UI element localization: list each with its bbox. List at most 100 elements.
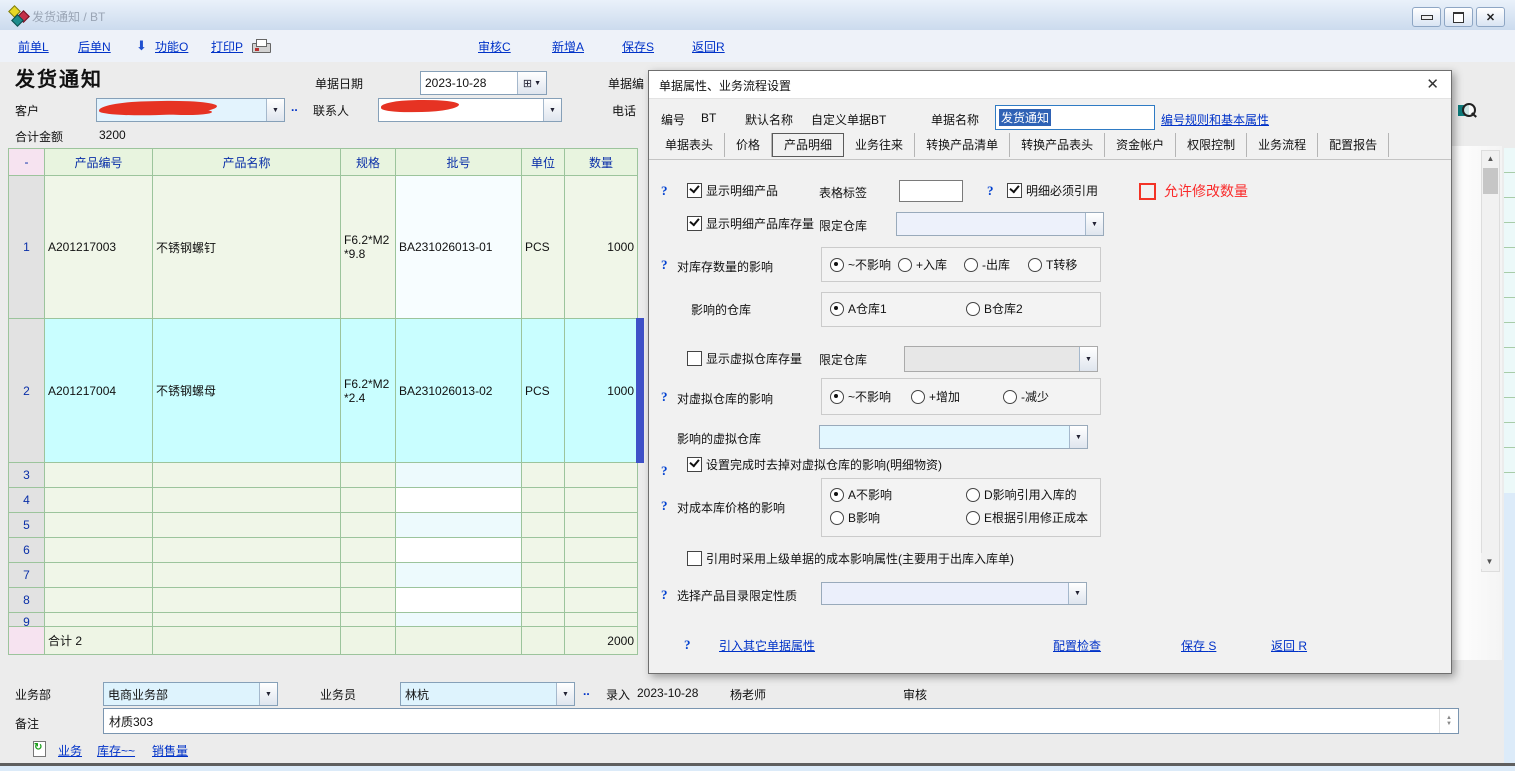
product-code-cell[interactable]: A201217003 [45,176,153,319]
salesman-select[interactable]: 林杭 ▼ [400,682,575,706]
empty-cell[interactable] [522,613,565,627]
table-row[interactable]: 8 [9,588,638,613]
tab-permission[interactable]: 权限控制 [1176,133,1247,157]
refresh-doc-icon[interactable]: ↻ [33,741,46,756]
scrollbar-thumb[interactable] [1483,168,1498,194]
minimize-button[interactable] [1412,7,1441,27]
row-number-cell[interactable]: 6 [9,538,45,563]
dept-select[interactable]: 电商业务部 ▼ [103,682,278,706]
help-icon[interactable]: ? [661,587,668,603]
empty-cell[interactable] [565,563,638,588]
qty-cell[interactable]: 1000 [565,176,638,319]
radio-virtual-sub[interactable]: -减少 [1003,388,1049,405]
radio-stock-in[interactable]: +入库 [898,256,947,273]
spinner-icon[interactable]: ▲▼ [1439,709,1458,733]
empty-cell[interactable] [565,513,638,538]
row-number-cell[interactable]: 7 [9,563,45,588]
column-header[interactable]: - [9,149,45,176]
scroll-up-arrow[interactable]: ▲ [1482,151,1499,166]
row-number-cell[interactable]: 8 [9,588,45,613]
empty-cell[interactable] [565,588,638,613]
spec-cell[interactable]: F6.2*M2*2.4 [341,319,396,463]
radio-virtual-add[interactable]: +增加 [911,388,960,405]
radio-transfer[interactable]: T转移 [1028,256,1077,273]
empty-cell[interactable] [153,563,341,588]
empty-cell[interactable] [341,538,396,563]
help-icon[interactable]: ? [661,498,668,514]
back-button[interactable]: 返回R [692,38,725,55]
tab-business[interactable]: 业务 [58,742,82,759]
empty-cell[interactable] [522,488,565,513]
close-button[interactable]: ✕ [1476,7,1505,27]
dialog-save-button[interactable]: 保存 S [1181,637,1216,654]
function-menu-button[interactable]: 功能O [155,38,188,55]
vertical-scrollbar[interactable]: ▲ [1481,150,1500,572]
empty-cell[interactable] [396,538,522,563]
chevron-down-icon[interactable]: ▼ [556,683,574,705]
chevron-down-icon[interactable]: ▼ [1085,213,1103,235]
empty-cell[interactable] [153,588,341,613]
chevron-down-icon[interactable]: ▼ [266,99,284,121]
table-row[interactable]: 3 [9,463,638,488]
empty-cell[interactable] [396,513,522,538]
tab-price[interactable]: 价格 [725,133,772,157]
help-icon[interactable]: ? [661,389,668,405]
search-icon[interactable] [1458,101,1478,121]
must-ref-checkbox[interactable]: 明细必须引用 [1007,182,1098,199]
column-header[interactable]: 产品名称 [153,149,341,176]
empty-cell[interactable] [153,488,341,513]
row-number-cell[interactable]: 3 [9,463,45,488]
radio-virtual-none[interactable]: ~不影响 [830,388,891,405]
help-icon[interactable]: ? [987,183,994,199]
affect-virtual-select[interactable]: ▼ [819,425,1088,449]
column-header[interactable]: 单位 [522,149,565,176]
audit-button[interactable]: 审核C [478,38,511,55]
empty-cell[interactable] [45,588,153,613]
print-button[interactable]: 打印P [211,38,243,55]
remark-input[interactable]: 材质303 ▲▼ [103,708,1459,734]
batch-cell[interactable]: BA231026013-01 [396,176,522,319]
radio-warehouse2[interactable]: B仓库2 [966,300,1023,317]
chevron-down-icon[interactable]: ▼ [1068,583,1086,604]
empty-cell[interactable] [45,613,153,627]
dialog-close-icon[interactable]: ✕ [1426,75,1439,93]
column-header[interactable]: 规格 [341,149,396,176]
table-row[interactable]: 4 [9,488,638,513]
chevron-down-icon[interactable]: ▼ [1069,426,1087,448]
empty-cell[interactable] [153,513,341,538]
table-row[interactable]: 5 [9,513,638,538]
empty-cell[interactable] [396,563,522,588]
clear-virtual-checkbox[interactable]: 设置完成时去掉对虚拟仓库的影响(明细物资) [687,456,942,473]
tab-convert-header[interactable]: 转换产品表头 [1010,133,1105,157]
unit-cell[interactable]: PCS [522,319,565,463]
tab-doc-header[interactable]: 单据表头 [654,133,725,157]
save-button[interactable]: 保存S [622,38,654,55]
empty-cell[interactable] [565,488,638,513]
empty-cell[interactable] [341,488,396,513]
empty-cell[interactable] [522,463,565,488]
scroll-down-arrow[interactable]: ▼ [1481,553,1498,569]
customer-more-button[interactable]: .. [291,100,298,114]
table-tag-input[interactable] [899,180,963,202]
ref-parent-cost-checkbox[interactable]: 引用时采用上级单据的成本影响属性(主要用于出库入库单) [687,550,1014,567]
tab-workflow[interactable]: 业务流程 [1247,133,1318,157]
config-check-link[interactable]: 配置检查 [1053,637,1101,654]
radio-cost-effect[interactable]: B影响 [830,509,880,526]
show-virtual-checkbox[interactable]: 显示虚拟仓库存量 [687,350,802,367]
radio-warehouse1[interactable]: A仓库1 [830,300,887,317]
empty-cell[interactable] [45,463,153,488]
empty-cell[interactable] [153,538,341,563]
tab-fund-account[interactable]: 资金帐户 [1105,133,1176,157]
doc-name-input[interactable]: 发货通知 [995,105,1155,130]
help-icon[interactable]: ? [661,463,668,479]
radio-cost-ref-in[interactable]: D影响引用入库的 [966,486,1077,503]
tab-sales[interactable]: 销售量 [152,742,188,759]
empty-cell[interactable] [341,588,396,613]
tab-convert-list[interactable]: 转换产品清单 [915,133,1010,157]
empty-cell[interactable] [45,513,153,538]
empty-cell[interactable] [396,588,522,613]
limit-warehouse-select[interactable]: ▼ [896,212,1104,236]
show-detail-stock-checkbox[interactable]: 显示明细产品库存量 [687,215,814,232]
product-name-cell[interactable]: 不锈钢螺母 [153,319,341,463]
row-number-cell[interactable]: 9 [9,613,45,627]
